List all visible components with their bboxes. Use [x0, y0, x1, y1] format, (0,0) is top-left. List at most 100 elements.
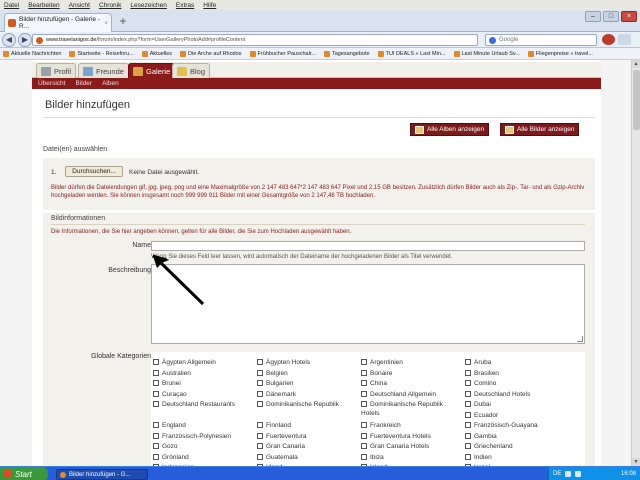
- category-option[interactable]: Dominikanische Republik Hotels: [361, 400, 461, 418]
- category-option[interactable]: Grönland: [153, 453, 253, 462]
- search-box[interactable]: Google: [485, 34, 597, 46]
- new-tab-button[interactable]: +: [116, 15, 130, 29]
- minimize-button[interactable]: –: [585, 11, 601, 22]
- checkbox-icon[interactable]: [361, 380, 367, 386]
- forward-button[interactable]: ▶: [18, 32, 32, 47]
- checkbox-icon[interactable]: [465, 401, 471, 407]
- tab-freunde[interactable]: Freunde: [78, 63, 129, 78]
- checkbox-icon[interactable]: [257, 443, 263, 449]
- taskbar-window-item[interactable]: Bilder hinzufügen - G...: [56, 469, 148, 480]
- category-option[interactable]: Fuerteventura: [257, 432, 357, 441]
- bookmark-item[interactable]: Last Minute Urlaub Sv...: [453, 50, 520, 57]
- all-albums-button[interactable]: Alle Alben anzeigen: [410, 123, 490, 136]
- checkbox-icon[interactable]: [153, 443, 159, 449]
- language-indicator[interactable]: DE: [553, 471, 561, 477]
- category-option[interactable]: China: [361, 379, 461, 388]
- category-option[interactable]: Griechenland: [465, 442, 565, 451]
- category-option[interactable]: Dubai: [465, 400, 565, 409]
- all-images-button[interactable]: Alle Bilder anzeigen: [500, 123, 580, 136]
- adblock-icon[interactable]: [602, 34, 615, 45]
- checkbox-icon[interactable]: [361, 390, 367, 397]
- checkbox-icon[interactable]: [361, 453, 367, 460]
- category-option[interactable]: Brasilien: [465, 369, 565, 378]
- page-scrollbar[interactable]: ▲ ▼: [631, 60, 640, 466]
- category-option[interactable]: Gran Canaria: [257, 442, 357, 451]
- category-option[interactable]: Australien: [153, 369, 253, 378]
- tab-galerie[interactable]: Galerie: [128, 63, 176, 78]
- checkbox-icon[interactable]: [153, 401, 159, 407]
- bookmark-item[interactable]: Startseite - Reiseforu...: [69, 50, 134, 57]
- category-option[interactable]: Dominikanische Republik: [257, 400, 357, 409]
- subnav-alben[interactable]: Alben: [102, 80, 119, 87]
- checkbox-icon[interactable]: [257, 422, 263, 428]
- category-option[interactable]: Bonaire: [361, 369, 461, 378]
- checkbox-icon[interactable]: [361, 359, 367, 365]
- close-window-button[interactable]: ×: [621, 11, 637, 22]
- checkbox-icon[interactable]: [465, 443, 471, 449]
- bookmark-item[interactable]: Fliegenpreise » travel...: [527, 50, 593, 57]
- checkbox-icon[interactable]: [465, 380, 471, 386]
- checkbox-icon[interactable]: [153, 359, 159, 365]
- checkbox-icon[interactable]: [465, 359, 471, 365]
- checkbox-icon[interactable]: [153, 432, 159, 439]
- checkbox-icon[interactable]: [465, 422, 471, 428]
- menu-hilfe[interactable]: Hilfe: [203, 2, 216, 9]
- checkbox-icon[interactable]: [465, 390, 471, 397]
- category-option[interactable]: Ibiza: [361, 453, 461, 462]
- checkbox-icon[interactable]: [257, 453, 263, 460]
- checkbox-icon[interactable]: [465, 432, 471, 439]
- checkbox-icon[interactable]: [361, 369, 367, 376]
- subnav-bilder[interactable]: Bilder: [75, 80, 92, 87]
- category-option[interactable]: Ägypten Hotels: [257, 358, 357, 367]
- home-icon[interactable]: [618, 34, 631, 45]
- category-option[interactable]: Curaçao: [153, 390, 253, 399]
- category-option[interactable]: Aruba: [465, 358, 565, 367]
- checkbox-icon[interactable]: [257, 359, 263, 365]
- network-icon[interactable]: [575, 471, 582, 477]
- category-option[interactable]: Bulgarien: [257, 379, 357, 388]
- url-bar[interactable]: www.travelanigos.de/forum/index.php?form…: [32, 34, 478, 46]
- category-option[interactable]: Gambia: [465, 432, 565, 441]
- checkbox-icon[interactable]: [257, 401, 263, 407]
- category-option[interactable]: Belgien: [257, 369, 357, 378]
- bookmark-item[interactable]: Tagesangebote: [323, 50, 370, 57]
- bookmark-item[interactable]: TUI DEALS » Last Min...: [377, 50, 446, 57]
- menu-chronik[interactable]: Chronik: [99, 2, 121, 9]
- category-option[interactable]: Deutschland Allgemein: [361, 390, 461, 399]
- category-option[interactable]: Brunei: [153, 379, 253, 388]
- checkbox-icon[interactable]: [465, 411, 471, 418]
- checkbox-icon[interactable]: [361, 443, 367, 449]
- name-input[interactable]: [151, 241, 585, 251]
- category-option[interactable]: Dänemark: [257, 390, 357, 399]
- maximize-button[interactable]: □: [603, 11, 619, 22]
- checkbox-icon[interactable]: [257, 390, 263, 397]
- menu-lesezeichen[interactable]: Lesezeichen: [130, 2, 167, 9]
- checkbox-icon[interactable]: [361, 432, 367, 439]
- start-button[interactable]: Start: [0, 467, 48, 480]
- tab-profil[interactable]: Profil: [36, 63, 77, 78]
- browse-button[interactable]: Durchsuchen...: [65, 166, 123, 177]
- category-option[interactable]: Fuerteventura Hotels: [361, 432, 461, 441]
- checkbox-icon[interactable]: [153, 369, 159, 376]
- category-option[interactable]: Comino: [465, 379, 565, 388]
- menu-extras[interactable]: Extras: [176, 2, 194, 9]
- category-option[interactable]: Gozo: [153, 442, 253, 451]
- close-tab-icon[interactable]: ×: [104, 20, 108, 27]
- bookmark-item[interactable]: Die Arche auf Rhodos: [180, 50, 242, 57]
- checkbox-icon[interactable]: [361, 422, 367, 428]
- category-option[interactable]: Gran Canaria Hotels: [361, 442, 461, 451]
- resize-handle-icon[interactable]: [577, 336, 583, 342]
- volume-icon[interactable]: [565, 471, 572, 477]
- browser-tab[interactable]: Bilder hinzufügen - Galerie - R... ×: [4, 13, 112, 32]
- checkbox-icon[interactable]: [465, 453, 471, 460]
- scroll-up-icon[interactable]: ▲: [632, 60, 640, 68]
- category-option[interactable]: England: [153, 421, 253, 430]
- menu-ansicht[interactable]: Ansicht: [69, 2, 90, 9]
- checkbox-icon[interactable]: [361, 401, 367, 407]
- checkbox-icon[interactable]: [153, 380, 159, 386]
- back-button[interactable]: ◀: [2, 32, 16, 47]
- checkbox-icon[interactable]: [153, 453, 159, 460]
- category-option[interactable]: Ägypten Allgemein: [153, 358, 253, 367]
- category-option[interactable]: Französisch-Guayana: [465, 421, 565, 430]
- category-option[interactable]: Deutschland Hotels: [465, 390, 565, 399]
